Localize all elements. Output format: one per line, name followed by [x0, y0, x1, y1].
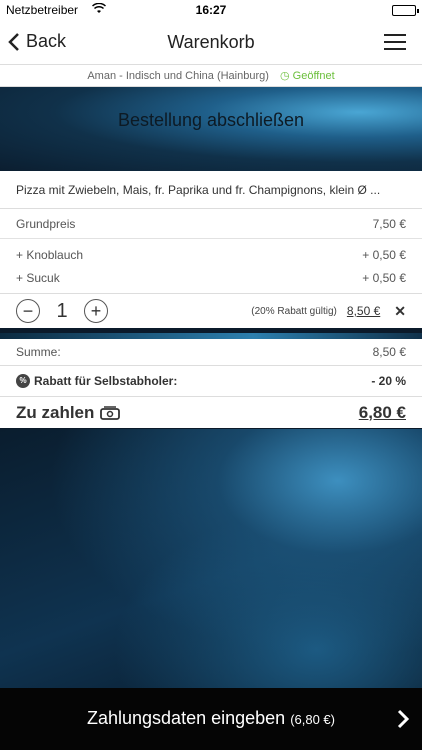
back-button[interactable]: Back — [8, 31, 66, 52]
clock-icon: ◷ — [279, 70, 290, 82]
percent-badge-icon: % — [16, 374, 30, 388]
base-price-row: Grundpreis 7,50 € — [0, 209, 422, 239]
extras-list: + Knoblauch + 0,50 € + Sucuk + 0,50 € — [0, 239, 422, 294]
extra-price: + 0,50 € — [362, 247, 406, 262]
restaurant-name: Aman - Indisch und China (Hainburg) — [87, 70, 269, 82]
restaurant-info: Aman - Indisch und China (Hainburg) ◷ Ge… — [0, 65, 422, 87]
hero-heading: Bestellung abschließen — [117, 110, 305, 130]
cart-item-name[interactable]: Pizza mit Zwiebeln, Mais, fr. Paprika un… — [0, 171, 422, 209]
open-status-label: Geöffnet — [292, 70, 335, 82]
order-summary: Summe: 8,50 € % Rabatt für Selbstabholer… — [0, 339, 422, 428]
extra-label: + Sucuk — [16, 270, 60, 285]
hero-banner: Bestellung abschließen — [0, 87, 422, 171]
checkout-footer[interactable]: Zahlungsdaten eingeben (6,80 €) — [0, 688, 422, 750]
discount-row: % Rabatt für Selbstabholer: - 20 % — [0, 366, 422, 397]
sum-row: Summe: 8,50 € — [0, 339, 422, 366]
cash-icon — [100, 405, 121, 420]
remove-item-icon[interactable]: ✕ — [394, 303, 406, 320]
total-label: Zu zahlen — [16, 402, 95, 422]
extra-label: + Knoblauch — [16, 247, 84, 262]
base-price-value: 7,50 € — [372, 216, 406, 231]
back-label: Back — [26, 31, 67, 51]
extra-row: + Knoblauch + 0,50 € — [0, 243, 422, 266]
line-total[interactable]: 8,50 € — [347, 304, 380, 318]
extra-price: + 0,50 € — [362, 270, 406, 285]
chevron-right-icon[interactable] — [396, 708, 410, 730]
discount-label: Rabatt für Selbstabholer: — [34, 374, 178, 388]
clock: 16:27 — [195, 3, 227, 17]
nav-bar: Back Warenkorb — [0, 20, 422, 65]
sum-label: Summe: — [16, 345, 61, 359]
discount-value: - 20 % — [371, 374, 406, 388]
background-image — [0, 429, 422, 688]
quantity-row: − 1 + (20% Rabatt gültig) 8,50 € ✕ — [0, 294, 422, 328]
cart-item-card: Pizza mit Zwiebeln, Mais, fr. Paprika un… — [0, 171, 422, 328]
total-row: Zu zahlen 6,80 € — [0, 397, 422, 428]
extra-row: + Sucuk + 0,50 € — [0, 266, 422, 289]
total-value[interactable]: 6,80 € — [359, 403, 406, 423]
base-price-label: Grundpreis — [16, 216, 76, 231]
increase-quantity-button[interactable]: + — [84, 299, 108, 323]
discount-note: (20% Rabatt gültig) — [251, 305, 337, 317]
hamburger-menu-icon[interactable] — [384, 34, 406, 52]
cta-amount: (6,80 €) — [290, 712, 335, 727]
sum-value: 8,50 € — [372, 345, 406, 359]
chevron-left-icon — [8, 32, 19, 51]
cta-label: Zahlungsdaten eingeben — [87, 708, 286, 728]
quantity-value: 1 — [56, 299, 68, 322]
open-status: ◷ Geöffnet — [280, 70, 335, 82]
enter-payment-button[interactable]: Zahlungsdaten eingeben (6,80 €) — [0, 708, 422, 729]
decrease-quantity-button[interactable]: − — [16, 299, 40, 323]
battery-icon — [392, 5, 419, 16]
status-bar: Netzbetreiber 16:27 — [0, 0, 422, 20]
